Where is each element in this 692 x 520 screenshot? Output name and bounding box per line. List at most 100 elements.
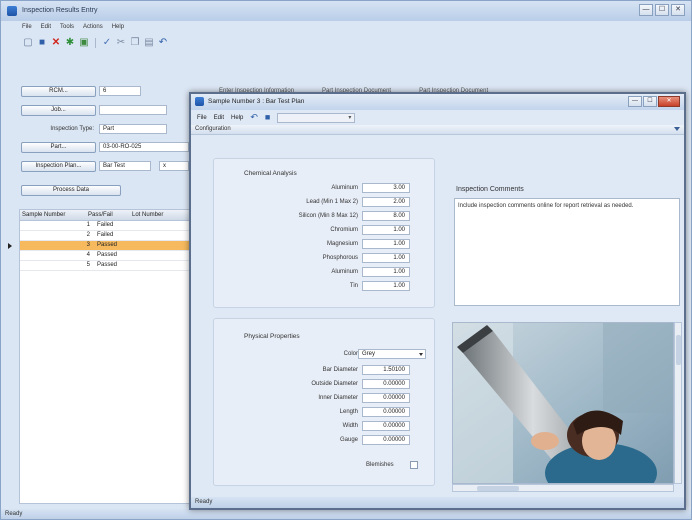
- delete-icon[interactable]: ✕: [51, 38, 61, 48]
- dialog-title: Sample Number 3 : Bar Test Plan: [208, 98, 305, 105]
- inspection-type-select[interactable]: Part: [99, 124, 167, 134]
- sample-number: 2: [86, 232, 90, 238]
- dialog-menu-help[interactable]: Help: [231, 115, 243, 121]
- col-lot-number[interactable]: Lot Number: [130, 210, 190, 220]
- inspection-plan-button[interactable]: Inspection Plan...: [21, 161, 96, 172]
- chem-value-input[interactable]: 2.00: [362, 197, 410, 207]
- color-select[interactable]: Grey: [358, 349, 426, 359]
- dialog-minimize-button[interactable]: —: [628, 96, 642, 107]
- chem-value-input[interactable]: 1.00: [362, 253, 410, 263]
- phys-value-input[interactable]: 0.00000: [362, 407, 410, 417]
- col-sample-number[interactable]: Sample Number: [20, 210, 86, 220]
- job-input[interactable]: [99, 105, 167, 115]
- window-title: Inspection Results Entry: [22, 7, 98, 14]
- main-toolbar: ▢ ■ ✕ ✱ ▣ ✓ ✂ ❐ ▤ ↶: [23, 35, 168, 51]
- configuration-band[interactable]: Configuration: [191, 125, 684, 135]
- dialog-menu-edit[interactable]: Edit: [214, 115, 224, 121]
- new-icon[interactable]: ▢: [23, 38, 33, 48]
- main-menu-bar: File Edit Tools Actions Help: [1, 21, 691, 33]
- physical-properties-title: Physical Properties: [244, 333, 300, 340]
- part-button[interactable]: Part...: [21, 142, 96, 153]
- table-row[interactable]: 4 Passed: [20, 251, 196, 261]
- chem-row: Lead (Min 1 Max 2) 2.00: [214, 197, 436, 208]
- minimize-button[interactable]: —: [639, 4, 653, 16]
- col-pass-fail[interactable]: Pass/Fail: [86, 210, 130, 220]
- chem-value-input[interactable]: 3.00: [362, 183, 410, 193]
- sample-number: 5: [86, 262, 90, 268]
- dialog-status-bar: Ready: [191, 497, 684, 508]
- table-row[interactable]: 2 Failed: [20, 231, 196, 241]
- phys-row: Inner Diameter 0.00000: [214, 393, 436, 404]
- phys-value-input[interactable]: 1.50100: [362, 365, 410, 375]
- dialog-toolbar-combo[interactable]: ▾: [277, 112, 356, 123]
- copy-icon[interactable]: ❐: [130, 38, 140, 48]
- job-button[interactable]: Job...: [21, 105, 96, 116]
- phys-label: Gauge: [339, 437, 358, 443]
- menu-tools[interactable]: Tools: [60, 24, 74, 30]
- undo-icon[interactable]: ↶: [158, 38, 168, 48]
- phys-row: Bar Diameter 1.50100: [214, 365, 436, 376]
- photo-vertical-scrollbar[interactable]: [674, 322, 682, 484]
- collapse-arrow-icon[interactable]: [674, 127, 680, 131]
- chem-value-input[interactable]: 8.00: [362, 211, 410, 221]
- sample-number: 4: [86, 252, 90, 258]
- dialog-maximize-button[interactable]: ☐: [643, 96, 657, 107]
- chem-value-input[interactable]: 1.00: [362, 267, 410, 277]
- phys-row: Width 0.00000: [214, 421, 436, 432]
- chemical-analysis-title: Chemical Analysis: [244, 170, 297, 177]
- maximize-button[interactable]: ☐: [655, 4, 669, 16]
- rcm-button[interactable]: RCM...: [21, 86, 96, 97]
- menu-actions[interactable]: Actions: [83, 24, 103, 30]
- chem-label: Chromium: [330, 227, 358, 233]
- paste-icon[interactable]: ▤: [144, 38, 154, 48]
- menu-help[interactable]: Help: [112, 24, 124, 30]
- process-data-button[interactable]: Process Data: [21, 185, 121, 196]
- phys-row: Gauge 0.00000: [214, 435, 436, 446]
- print-icon[interactable]: ▣: [79, 38, 89, 48]
- rcm-input[interactable]: 6: [99, 86, 141, 96]
- photo-horizontal-scrollbar[interactable]: [452, 484, 674, 492]
- save-icon[interactable]: ■: [37, 38, 47, 48]
- chem-row: Aluminum 1.00: [214, 267, 436, 278]
- phys-value-input[interactable]: 0.00000: [362, 379, 410, 389]
- table-row-selected[interactable]: 3 Passed: [8, 241, 196, 251]
- table-row[interactable]: 5 Passed: [20, 261, 196, 271]
- check-icon[interactable]: ✓: [102, 38, 112, 48]
- chem-row: Silicon (Min 8 Max 12) 8.00: [214, 211, 436, 222]
- part-input[interactable]: 03-00-RO-025: [99, 142, 189, 152]
- refresh-icon[interactable]: ✱: [65, 38, 75, 48]
- inspection-type-label: Inspection Type:: [50, 126, 94, 132]
- cut-icon[interactable]: ✂: [116, 38, 126, 48]
- chevron-down-icon: [419, 353, 423, 356]
- dialog-menu-file[interactable]: File: [197, 115, 207, 121]
- dialog-close-button[interactable]: ✕: [658, 96, 680, 107]
- inspection-plan-extra[interactable]: x: [159, 161, 189, 171]
- scroll-thumb[interactable]: [477, 486, 519, 491]
- chem-value-input[interactable]: 1.00: [362, 225, 410, 235]
- phys-label: Bar Diameter: [322, 367, 358, 373]
- chem-label: Silicon (Min 8 Max 12): [298, 213, 358, 219]
- blemishes-checkbox[interactable]: [410, 461, 418, 469]
- configuration-label: Configuration: [195, 126, 231, 132]
- save-icon[interactable]: ■: [265, 113, 270, 122]
- blemishes-label: Blemishes: [366, 462, 394, 468]
- phys-label: Outside Diameter: [311, 381, 358, 387]
- chem-value-input[interactable]: 1.00: [362, 239, 410, 249]
- menu-file[interactable]: File: [22, 24, 32, 30]
- main-title-bar: Inspection Results Entry — ☐ ✕: [1, 1, 691, 21]
- chem-label: Magnesium: [326, 241, 358, 247]
- phys-value-input[interactable]: 0.00000: [362, 393, 410, 403]
- app-icon: [7, 6, 17, 16]
- back-icon[interactable]: ↶: [250, 113, 258, 122]
- chem-label: Phosphorous: [322, 255, 358, 261]
- inspection-comments-textarea[interactable]: Include inspection comments online for r…: [454, 198, 680, 306]
- phys-value-input[interactable]: 0.00000: [362, 435, 410, 445]
- scroll-thumb[interactable]: [676, 335, 681, 365]
- inspection-photo: [452, 322, 674, 484]
- phys-value-input[interactable]: 0.00000: [362, 421, 410, 431]
- menu-edit[interactable]: Edit: [41, 24, 51, 30]
- chem-value-input[interactable]: 1.00: [362, 281, 410, 291]
- table-row[interactable]: 1 Failed: [20, 221, 196, 231]
- inspection-plan-input[interactable]: Bar Test: [99, 161, 151, 171]
- close-button[interactable]: ✕: [671, 4, 685, 16]
